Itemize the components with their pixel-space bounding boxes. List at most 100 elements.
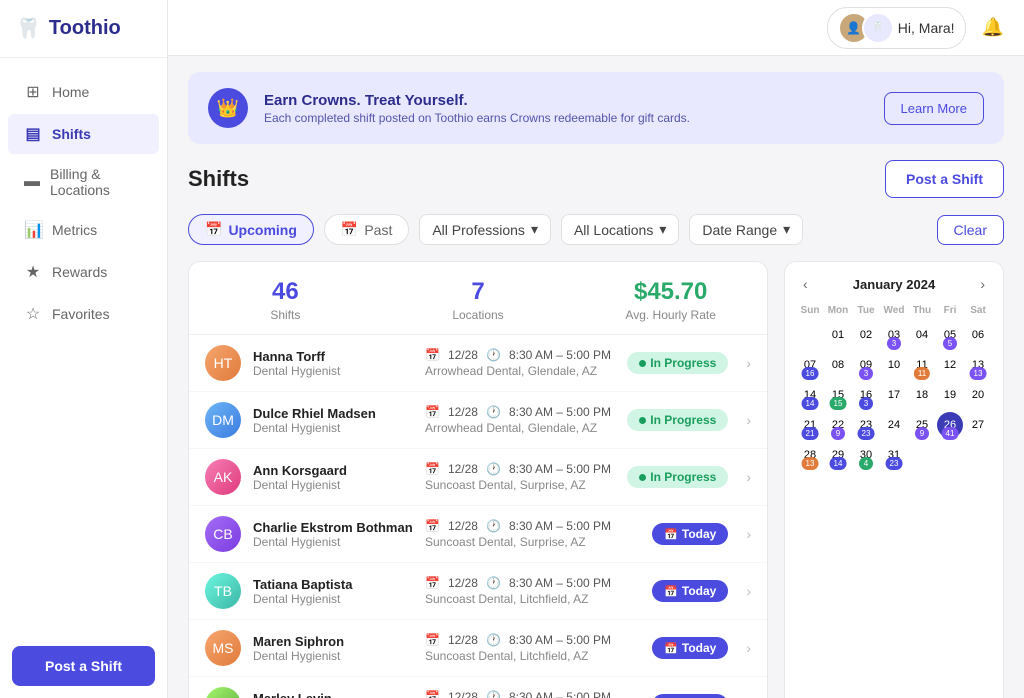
- sidebar-item-home[interactable]: ⊞ Home: [8, 72, 159, 112]
- cal-cell[interactable]: 3123: [881, 442, 907, 468]
- shift-name: Charlie Ekstrom Bothman: [253, 520, 413, 535]
- cal-cell[interactable]: 055: [937, 322, 963, 348]
- cal-cell[interactable]: 2813: [797, 442, 823, 468]
- post-shift-button[interactable]: Post a Shift: [885, 160, 1004, 198]
- sidebar-item-rewards-label: Rewards: [52, 264, 107, 280]
- cal-cell[interactable]: 093: [853, 352, 879, 378]
- bell-icon[interactable]: 🔔: [982, 17, 1004, 38]
- shift-row[interactable]: CB Charlie Ekstrom Bothman Dental Hygien…: [189, 506, 767, 563]
- status-badge: In Progress: [627, 352, 728, 374]
- cal-cell[interactable]: 2323: [853, 412, 879, 438]
- shift-status: In Progress: [627, 352, 728, 374]
- date-range-dropdown[interactable]: Date Range ▾: [689, 214, 803, 245]
- shift-row[interactable]: MS Maren Siphron Dental Hygienist 📅 12/2…: [189, 620, 767, 677]
- shift-row[interactable]: DM Dulce Rhiel Madsen Dental Hygienist 📅…: [189, 392, 767, 449]
- favorites-icon: ☆: [24, 304, 42, 324]
- billing-icon: ▬: [24, 173, 40, 191]
- cal-cell[interactable]: 229: [825, 412, 851, 438]
- sidebar-item-shifts[interactable]: ▤ Shifts: [8, 114, 159, 154]
- cal-cell[interactable]: 10: [881, 352, 907, 378]
- calendar-prev-button[interactable]: ‹: [797, 274, 814, 294]
- shift-row[interactable]: HT Hanna Torff Dental Hygienist 📅 12/28 …: [189, 335, 767, 392]
- shift-details: 📅 12/28 🕐 8:30 AM – 5:00 PM Arrowhead De…: [425, 348, 615, 378]
- cal-cell[interactable]: 1515: [825, 382, 851, 408]
- cal-day-header: Thu: [909, 302, 935, 319]
- status-badge: 📅Today: [652, 637, 728, 659]
- cal-badge: 15: [830, 397, 847, 410]
- cal-cell[interactable]: 19: [937, 382, 963, 408]
- shifts-list: HT Hanna Torff Dental Hygienist 📅 12/28 …: [189, 335, 767, 698]
- cal-cell[interactable]: 0716: [797, 352, 823, 378]
- cal-cell[interactable]: 2914: [825, 442, 851, 468]
- cal-cell[interactable]: 1313: [965, 352, 991, 378]
- location-dropdown[interactable]: All Locations ▾: [561, 214, 679, 245]
- shift-person: Hanna Torff Dental Hygienist: [253, 349, 413, 378]
- cal-cell[interactable]: 02: [853, 322, 879, 348]
- sidebar-item-rewards[interactable]: ★ Rewards: [8, 252, 159, 292]
- cal-cell[interactable]: 1111: [909, 352, 935, 378]
- sidebar: 🦷 Toothio ⊞ Home ▤ Shifts ▬ Billing & Lo…: [0, 0, 168, 698]
- cal-cell[interactable]: 18: [909, 382, 935, 408]
- tab-upcoming[interactable]: 📅 Upcoming: [188, 214, 314, 245]
- page-title: Shifts: [188, 166, 249, 192]
- calendar-next-button[interactable]: ›: [974, 274, 991, 294]
- hi-text: Hi, Mara!: [898, 20, 955, 36]
- cal-cell[interactable]: 12: [937, 352, 963, 378]
- clear-button[interactable]: Clear: [937, 215, 1004, 245]
- cal-cell[interactable]: 2121: [797, 412, 823, 438]
- shift-avatar: ML: [205, 687, 241, 698]
- topbar: 👤 🦷 Hi, Mara! 🔔: [168, 0, 1024, 56]
- shift-role: Dental Hygienist: [253, 478, 413, 492]
- learn-more-button[interactable]: Learn More: [884, 92, 984, 125]
- user-pill[interactable]: 👤 🦷 Hi, Mara!: [827, 7, 966, 49]
- crown-icon: 👑: [208, 88, 248, 128]
- chevron-down-date: ▾: [783, 221, 790, 238]
- chevron-right-icon: ›: [746, 355, 751, 371]
- cal-cell[interactable]: 304: [853, 442, 879, 468]
- cal-cell[interactable]: 27: [965, 412, 991, 438]
- clock-icon: 🕐: [486, 519, 501, 533]
- shifts-header: Shifts Post a Shift: [188, 160, 1004, 198]
- sidebar-item-favorites[interactable]: ☆ Favorites: [8, 294, 159, 334]
- tab-upcoming-label: Upcoming: [228, 222, 296, 238]
- shift-status: In Progress: [627, 409, 728, 431]
- cal-cell[interactable]: 259: [909, 412, 935, 438]
- cal-cell[interactable]: 20: [965, 382, 991, 408]
- date-range-label: Date Range: [702, 222, 777, 238]
- shift-name: Marley Levin: [253, 691, 413, 698]
- cal-cell[interactable]: 04: [909, 322, 935, 348]
- shift-avatar: TB: [205, 573, 241, 609]
- cal-badge: 3: [859, 367, 873, 380]
- shift-row[interactable]: ML Marley Levin Dental Hygienist 📅 12/28…: [189, 677, 767, 698]
- cal-cell[interactable]: 2641: [937, 412, 963, 438]
- sidebar-item-billing[interactable]: ▬ Billing & Locations: [8, 156, 159, 208]
- stat-locations: 7 Locations: [382, 278, 575, 322]
- stat-locations-label: Locations: [382, 308, 575, 322]
- shift-location: Suncoast Dental, Surprise, AZ: [425, 478, 615, 492]
- sidebar-post-shift-button[interactable]: Post a Shift: [12, 646, 155, 686]
- shift-date-time: 📅 12/28 🕐 8:30 AM – 5:00 PM: [425, 633, 640, 647]
- profession-dropdown[interactable]: All Professions ▾: [419, 214, 551, 245]
- cal-cell[interactable]: 1414: [797, 382, 823, 408]
- cal-cell[interactable]: 033: [881, 322, 907, 348]
- cal-cell[interactable]: 01: [825, 322, 851, 348]
- status-dot: [639, 417, 646, 424]
- cal-badge: 11: [914, 367, 930, 380]
- sidebar-item-metrics[interactable]: 📊 Metrics: [8, 210, 159, 250]
- cal-cell[interactable]: 163: [853, 382, 879, 408]
- clock-icon: 🕐: [486, 690, 501, 698]
- cal-cell[interactable]: 24: [881, 412, 907, 438]
- banner-title: Earn Crowns. Treat Yourself.: [264, 92, 868, 109]
- shifts-panel: 46 Shifts 7 Locations $45.70 Avg. Hourly…: [188, 261, 768, 698]
- shifts-icon: ▤: [24, 124, 42, 144]
- chevron-right-icon: ›: [746, 640, 751, 656]
- shift-details: 📅 12/28 🕐 8:30 AM – 5:00 PM Suncoast Den…: [425, 633, 640, 663]
- rewards-icon: ★: [24, 262, 42, 282]
- shift-row[interactable]: AK Ann Korsgaard Dental Hygienist 📅 12/2…: [189, 449, 767, 506]
- status-dot: [639, 360, 646, 367]
- cal-cell[interactable]: 17: [881, 382, 907, 408]
- tab-past[interactable]: 📅 Past: [324, 214, 409, 245]
- shift-row[interactable]: TB Tatiana Baptista Dental Hygienist 📅 1…: [189, 563, 767, 620]
- cal-cell[interactable]: 06: [965, 322, 991, 348]
- cal-cell[interactable]: 08: [825, 352, 851, 378]
